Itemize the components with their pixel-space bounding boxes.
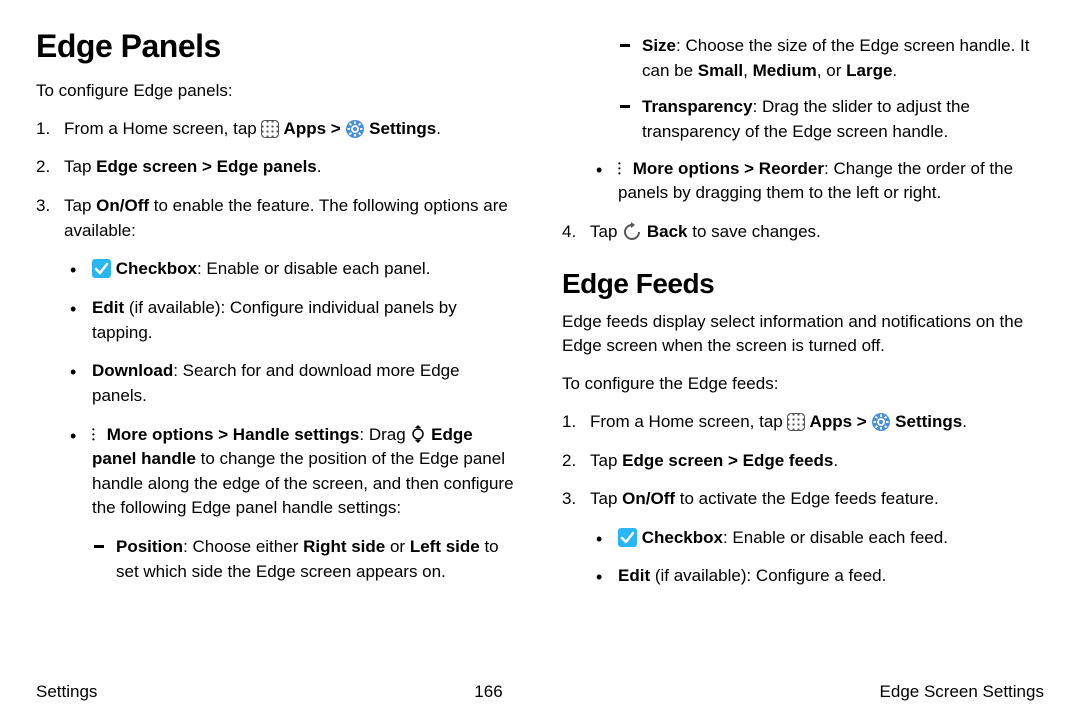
heading-edge-feeds: Edge Feeds — [562, 268, 1044, 300]
bullet-checkbox: Checkbox: Enable or disable each panel. — [64, 257, 518, 282]
feed-bullet-checkbox: Checkbox: Enable or disable each feed. — [590, 526, 1044, 551]
feed-step-3: Tap On/Off to activate the Edge feeds fe… — [562, 487, 1044, 589]
feeds-intro: Edge feeds display select information an… — [562, 310, 1044, 358]
step-4: Tap Back to save changes. — [562, 220, 1044, 245]
bullet-more-options: ••• More options > Handle settings: Drag… — [64, 423, 518, 585]
feed-step-2: Tap Edge screen > Edge feeds. — [562, 449, 1044, 474]
steps-list: From a Home screen, tap Apps > Settings.… — [36, 117, 518, 585]
apps-icon — [261, 120, 279, 138]
steps-continued: Tap Back to save changes. — [562, 220, 1044, 245]
heading-edge-panels: Edge Panels — [36, 28, 518, 65]
feed-bullet-edit: Edit (if available): Configure a feed. — [590, 564, 1044, 589]
gear-icon — [345, 119, 364, 138]
page-footer: Settings 166 Edge Screen Settings — [36, 682, 1044, 702]
right-column: Size: Choose the size of the Edge screen… — [562, 28, 1044, 603]
step-2: Tap Edge screen > Edge panels. — [36, 155, 518, 180]
feeds-configure: To configure the Edge feeds: — [562, 372, 1044, 396]
dash-size: Size: Choose the size of the Edge screen… — [618, 34, 1044, 83]
more-options-icon: ••• — [92, 427, 102, 442]
back-icon — [622, 222, 642, 242]
left-column: Edge Panels To configure Edge panels: Fr… — [36, 28, 518, 603]
footer-right: Edge Screen Settings — [880, 682, 1044, 702]
dash-position: Position: Choose either Right side or Le… — [92, 535, 518, 584]
feed-step-1: From a Home screen, tap Apps > Settings. — [562, 410, 1044, 435]
more-options-icon: ••• — [618, 161, 628, 176]
handle-icon — [410, 423, 426, 445]
footer-page-number: 166 — [474, 682, 502, 702]
bullet-download: Download: Search for and download more E… — [64, 359, 518, 408]
checkbox-icon — [92, 259, 111, 278]
gear-icon — [871, 412, 890, 431]
intro-text: To configure Edge panels: — [36, 79, 518, 103]
step-3: Tap On/Off to enable the feature. The fo… — [36, 194, 518, 584]
footer-left: Settings — [36, 682, 97, 702]
dash-transparency: Transparency: Drag the slider to adjust … — [618, 95, 1044, 144]
apps-icon — [787, 413, 805, 431]
step-1: From a Home screen, tap Apps > Settings. — [36, 117, 518, 142]
bullet-edit: Edit (if available): Configure individua… — [64, 296, 518, 345]
feeds-steps: From a Home screen, tap Apps > Settings.… — [562, 410, 1044, 589]
bullet-reorder: ••• More options > Reorder: Change the o… — [590, 157, 1044, 206]
checkbox-icon — [618, 528, 637, 547]
